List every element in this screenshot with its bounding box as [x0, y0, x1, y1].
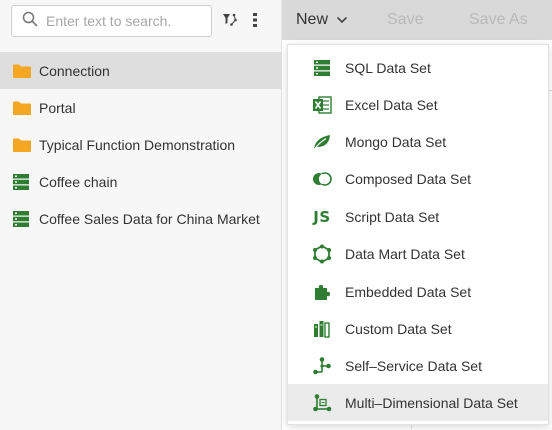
- menu-item-label: Multi–Dimensional Data Set: [345, 394, 518, 411]
- folder-icon: [12, 100, 33, 116]
- data-mart-icon: [312, 244, 332, 264]
- sql-icon: [312, 58, 332, 78]
- menu-item-label: Mongo Data Set: [345, 133, 447, 150]
- tree-item-connection[interactable]: Connection: [0, 52, 281, 89]
- menu-item-label: Excel Data Set: [345, 96, 438, 113]
- menu-item-embedded-data-set[interactable]: Embedded Data Set: [288, 273, 548, 310]
- tree-item-label: Coffee Sales Data for China Market: [39, 210, 260, 227]
- menu-item-label: Self–Service Data Set: [345, 357, 482, 374]
- menu-item-label: Script Data Set: [345, 208, 440, 225]
- menu-item-self-service-data-set[interactable]: Self–Service Data Set: [288, 347, 548, 384]
- menu-item-data-mart-data-set[interactable]: Data Mart Data Set: [288, 235, 548, 272]
- self-service-icon: [312, 356, 332, 376]
- menu-item-mongo-data-set[interactable]: Mongo Data Set: [288, 123, 548, 160]
- folder-icon: [12, 137, 33, 153]
- folder-icon: [12, 63, 33, 79]
- filter-icon[interactable]: [220, 10, 240, 30]
- menu-item-multi-dimensional-data-set[interactable]: Multi–Dimensional Data Set: [288, 384, 548, 421]
- more-options-icon[interactable]: [245, 10, 265, 30]
- tree-item-typical-function-demonstration[interactable]: Typical Function Demonstration: [0, 126, 281, 163]
- puzzle-icon: [312, 282, 332, 302]
- multi-dimensional-icon: [312, 393, 332, 413]
- menu-item-script-data-set[interactable]: JS Script Data Set: [288, 198, 548, 235]
- app-root: Connection Portal Typical Function Demon…: [0, 0, 552, 430]
- menu-item-sql-data-set[interactable]: SQL Data Set: [288, 49, 548, 86]
- menu-item-label: Data Mart Data Set: [345, 245, 465, 262]
- excel-icon: [312, 95, 332, 115]
- tree-item-coffee-chain[interactable]: Coffee chain: [0, 163, 281, 200]
- left-panel: Connection Portal Typical Function Demon…: [0, 0, 282, 430]
- save-button[interactable]: Save: [387, 0, 423, 40]
- menu-item-custom-data-set[interactable]: Custom Data Set: [288, 310, 548, 347]
- tree-item-portal[interactable]: Portal: [0, 89, 281, 126]
- new-button[interactable]: New: [296, 0, 348, 40]
- data-source-tree: Connection Portal Typical Function Demon…: [0, 52, 281, 237]
- new-button-label: New: [296, 11, 329, 28]
- custom-icon: [312, 319, 332, 339]
- tree-item-label: Typical Function Demonstration: [39, 136, 236, 153]
- dataset-icon: [12, 210, 33, 227]
- menu-item-label: Composed Data Set: [345, 170, 472, 187]
- tree-item-label: Connection: [39, 62, 110, 79]
- dataset-icon: [12, 173, 33, 190]
- composed-icon: [312, 169, 332, 189]
- save-as-button[interactable]: Save As: [469, 0, 528, 40]
- tree-item-label: Portal: [39, 99, 76, 116]
- mongo-leaf-icon: [312, 132, 332, 152]
- menu-item-label: Custom Data Set: [345, 320, 452, 337]
- js-icon: JS: [313, 207, 331, 226]
- search-input[interactable]: [46, 13, 206, 29]
- new-dataset-menu: SQL Data Set Excel Data Set Mongo Data S…: [287, 44, 549, 425]
- menu-item-excel-data-set[interactable]: Excel Data Set: [288, 86, 548, 123]
- tree-item-coffee-sales-data[interactable]: Coffee Sales Data for China Market: [0, 200, 281, 237]
- menu-item-label: Embedded Data Set: [345, 283, 472, 300]
- search-icon: [22, 11, 38, 32]
- menu-item-composed-data-set[interactable]: Composed Data Set: [288, 160, 548, 197]
- menu-item-label: SQL Data Set: [345, 59, 431, 76]
- search-box[interactable]: [11, 5, 212, 37]
- toolbar: New Save Save As: [282, 0, 552, 40]
- tree-item-label: Coffee chain: [39, 173, 118, 190]
- chevron-down-icon: [336, 11, 348, 29]
